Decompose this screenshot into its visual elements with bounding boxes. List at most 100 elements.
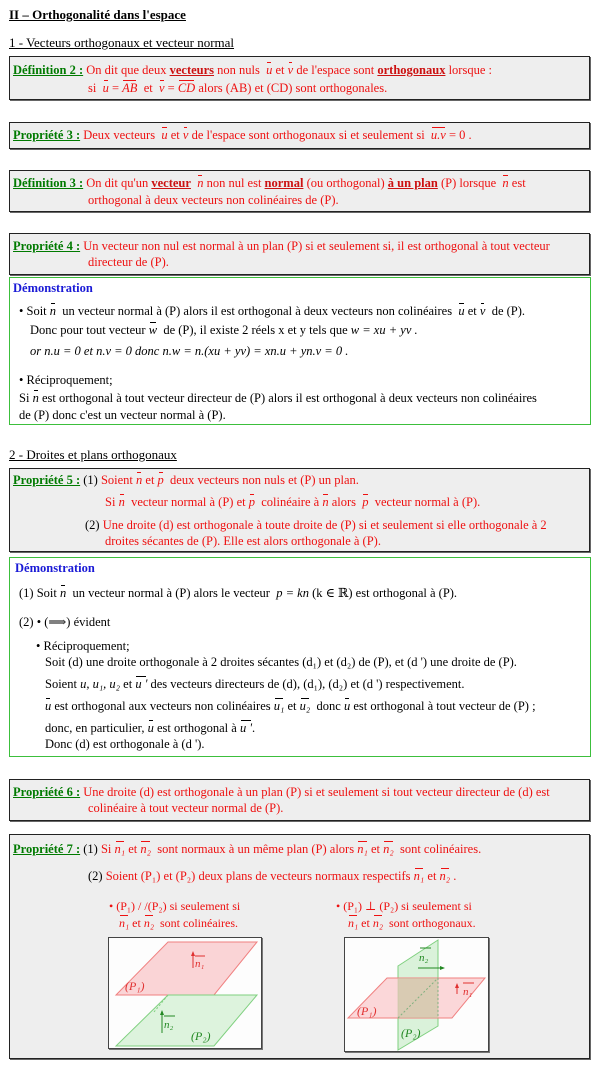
text: est [511,176,526,190]
vectors: u, u₁, u₂ [80,677,121,691]
vector-v: v [479,303,486,318]
label-n2: n₂ [164,1019,174,1031]
text: (1) [83,842,98,856]
demonstration-1-box: Démonstration • Soit n un vecteur normal… [9,277,591,425]
text: de l'espace sont orthogonaux si et seule… [191,128,425,142]
vector-n2: n₂ [439,868,451,883]
text: • Soit [19,304,47,318]
vector-n: n [136,472,143,487]
text: de (P), il existe 2 réels x et y tels qu… [163,323,348,337]
vector-u: u [458,303,465,318]
vector-p: p [248,494,255,509]
text: et [427,869,437,883]
text: et [143,81,153,95]
parallel-condition: • (P₁) / /(P₂) si seulement si [109,899,241,913]
label-n1: n₁ [463,986,473,998]
text: = 0 . [448,128,472,142]
text: donc [316,699,341,713]
section-heading-1: 1 - Vecteurs orthogonaux et vecteur norm… [9,35,235,50]
text: Donc pour tout vecteur [30,323,146,337]
perpendicular-condition: • (P₁) ⊥ (P₂) si seulement si [336,899,472,913]
text: est orthogonal à tout vecteur directeur … [41,391,537,405]
vector-n1: n₁ [119,915,130,930]
text: est orthogonal à tout vecteur de (P) ; [353,699,536,713]
text: Donc (d) est orthogonale à (d '). [45,737,205,751]
vector-u: u [45,698,52,713]
vector-AB: AB [122,80,138,95]
vector-u2: u₂ [299,698,311,713]
vector-u1: u₁ [273,698,285,713]
text: = [111,81,120,95]
text: alors (AB) et (CD) sont orthogonales. [198,81,388,95]
text: Deux vecteurs [83,128,156,142]
definition-2-box: Définition 2 : On dit que deux vecteurs … [9,56,590,100]
vector-u: u [343,698,351,713]
vector-n: n [322,494,329,509]
vector-n1: n₁ [413,868,425,883]
definition-3-label: Définition 3 : [13,176,84,190]
text: Si [100,842,112,856]
demonstration-2-box: Démonstration (1) Soit n un vecteur norm… [9,557,591,757]
property-4-line-2: directeur de (P). [88,255,169,269]
vector-n1: n₁ [114,841,126,856]
text: sont orthogonaux. [389,916,476,930]
text: (k ∈ ℝ) est orthogonal à (P). [312,586,458,600]
text: et [170,128,180,142]
text: Une droite (d) est orthogonale à toute d… [102,518,547,532]
text: non nuls [217,63,260,77]
label-p2: (P₂) [191,1029,211,1043]
text: sont colinéaires. [399,842,482,856]
label-n1: n₁ [195,958,205,970]
text: alors [331,495,356,509]
text: un vecteur normal à (P) alors il est ort… [62,304,453,318]
term-vecteur: vecteur [151,176,191,190]
parallel-planes-svg: n₁ n₂ (P₁) (P₂) [114,941,259,1047]
property-6-box: Propriété 6 : Une droite (d) est orthogo… [9,779,590,821]
vector-n: n [197,175,204,190]
vector-n2: n₂ [143,915,155,930]
text: lorsque : [448,63,492,77]
text: droites sécantes de (P). Elle est alors … [105,534,381,548]
equation: p = kn [276,586,309,600]
perpendicular-planes-figure: n₂ n₁ (P₁) (P₂) [344,937,489,1052]
vector-n2: n₂ [383,841,394,856]
text: Si [19,391,30,405]
vector-v: v [182,127,189,142]
vector-u: u [147,720,154,735]
vector-n2: n₂ [372,915,384,930]
demonstration-title: Démonstration [15,561,95,575]
text: (1) Soit [19,586,57,600]
definition-3-box: Définition 3 : On dit qu'un vecteur n no… [9,170,590,212]
text: Soient [100,473,133,487]
text: et [132,916,141,930]
vector-n: n [502,175,509,190]
text: si [88,81,97,95]
definition-2-label: Définition 2 : [13,63,84,77]
text: (2) • (⟹) évident [19,615,111,629]
text: colinéaire à [261,495,320,509]
property-6-label: Propriété 6 : [13,785,81,799]
text: (1) [83,473,98,487]
vector-p: p [157,472,164,487]
text: = [167,81,175,95]
page-title: II – Orthogonalité dans l'espace [9,7,186,22]
text: des vecteurs directeurs de (d), (d₁), (d… [150,677,465,691]
text: de l'espace sont [296,63,375,77]
vector-CD: CD [177,80,196,95]
text: non nul est [206,176,262,190]
vector-n: n [32,390,39,405]
demonstration-title: Démonstration [13,281,93,295]
parallel-planes-figure: n₁ n₂ (P₁) (P₂) [108,937,262,1049]
label-p1: (P₁) [357,1004,377,1018]
vector-v: v [158,80,165,95]
text: Soient [45,677,77,691]
label-p1: (P₁) [125,979,145,993]
text: (P) lorsque [440,176,497,190]
text: colinéaire à tout vecteur normal de (P). [88,801,284,815]
text: et [275,63,285,77]
text: Si [105,495,116,509]
property-5-label: Propriété 5 : [13,473,81,487]
text: et [467,304,477,318]
text: et [145,473,155,487]
vector-n2: n₂ [140,841,151,856]
